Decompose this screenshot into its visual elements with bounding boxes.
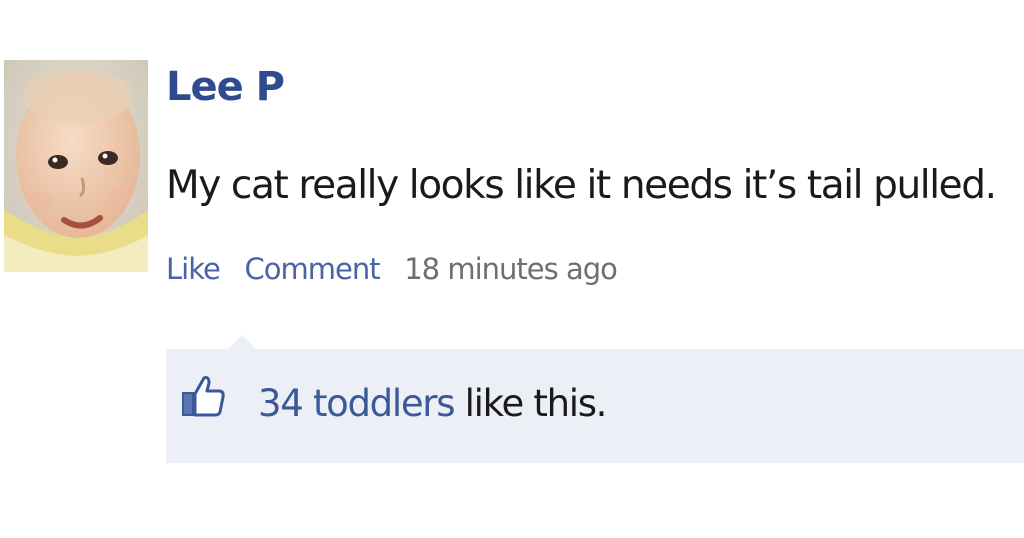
post-message: My cat really looks like it needs it’s t… [166, 163, 997, 208]
likes-box: 34 toddlers like this. [166, 335, 1024, 463]
facebook-post: Lee P My cat really looks like it needs … [0, 0, 1024, 538]
timestamp: 18 minutes ago [404, 252, 618, 286]
likes-box-pointer [228, 335, 256, 349]
post-actions: Like Comment 18 minutes ago [166, 252, 618, 286]
thumbs-up-icon [180, 373, 226, 419]
like-link[interactable]: Like [166, 252, 221, 286]
likes-suffix: like this. [464, 382, 608, 425]
avatar[interactable] [4, 60, 148, 272]
baby-photo [4, 60, 148, 272]
likes-count-link[interactable]: 34 toddlers [258, 382, 456, 425]
likes-summary: 34 toddlers like this. [258, 382, 608, 425]
comment-link[interactable]: Comment [244, 252, 380, 286]
author-name-link[interactable]: Lee P [166, 64, 285, 110]
